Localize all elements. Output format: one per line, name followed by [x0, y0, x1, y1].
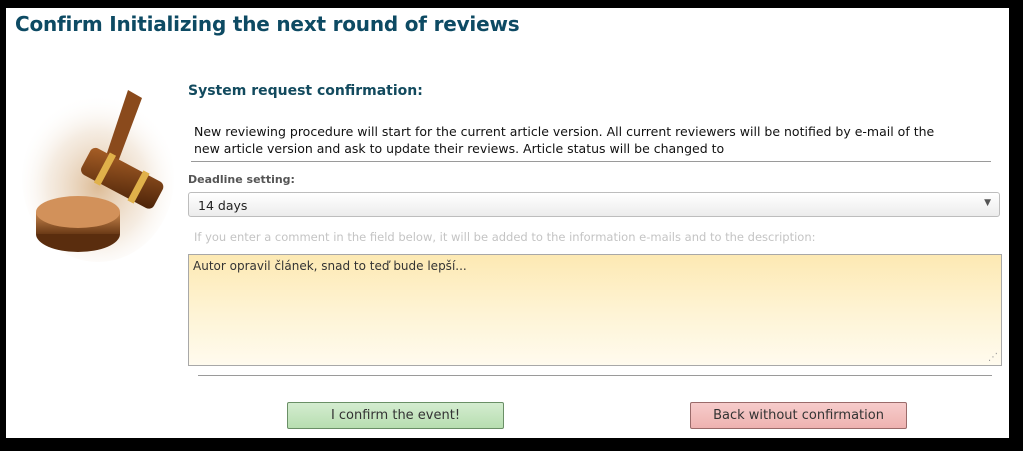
divider [191, 161, 991, 162]
dropdown-arrow-icon: ▼ [984, 198, 991, 208]
page-title: Confirm Initializing the next round of r… [15, 12, 520, 36]
gavel-icon [22, 90, 174, 262]
confirmation-message: New reviewing procedure will start for t… [194, 124, 935, 156]
deadline-select[interactable]: 14 days ▼ [188, 192, 1000, 217]
comment-textarea[interactable]: Autor opravil článek, snad to teď bude l… [188, 254, 1002, 366]
confirm-button[interactable]: I confirm the event! [287, 402, 504, 429]
comment-hint: If you enter a comment in the field belo… [194, 230, 816, 244]
resize-grip-icon[interactable]: ⋰ [988, 353, 998, 363]
divider [198, 375, 992, 376]
dialog-window: Confirm Initializing the next round of r… [6, 8, 1009, 438]
back-button[interactable]: Back without confirmation [690, 402, 907, 429]
confirmation-heading: System request confirmation: [188, 83, 423, 99]
deadline-selected-value: 14 days [198, 198, 248, 213]
deadline-label: Deadline setting: [188, 173, 295, 186]
